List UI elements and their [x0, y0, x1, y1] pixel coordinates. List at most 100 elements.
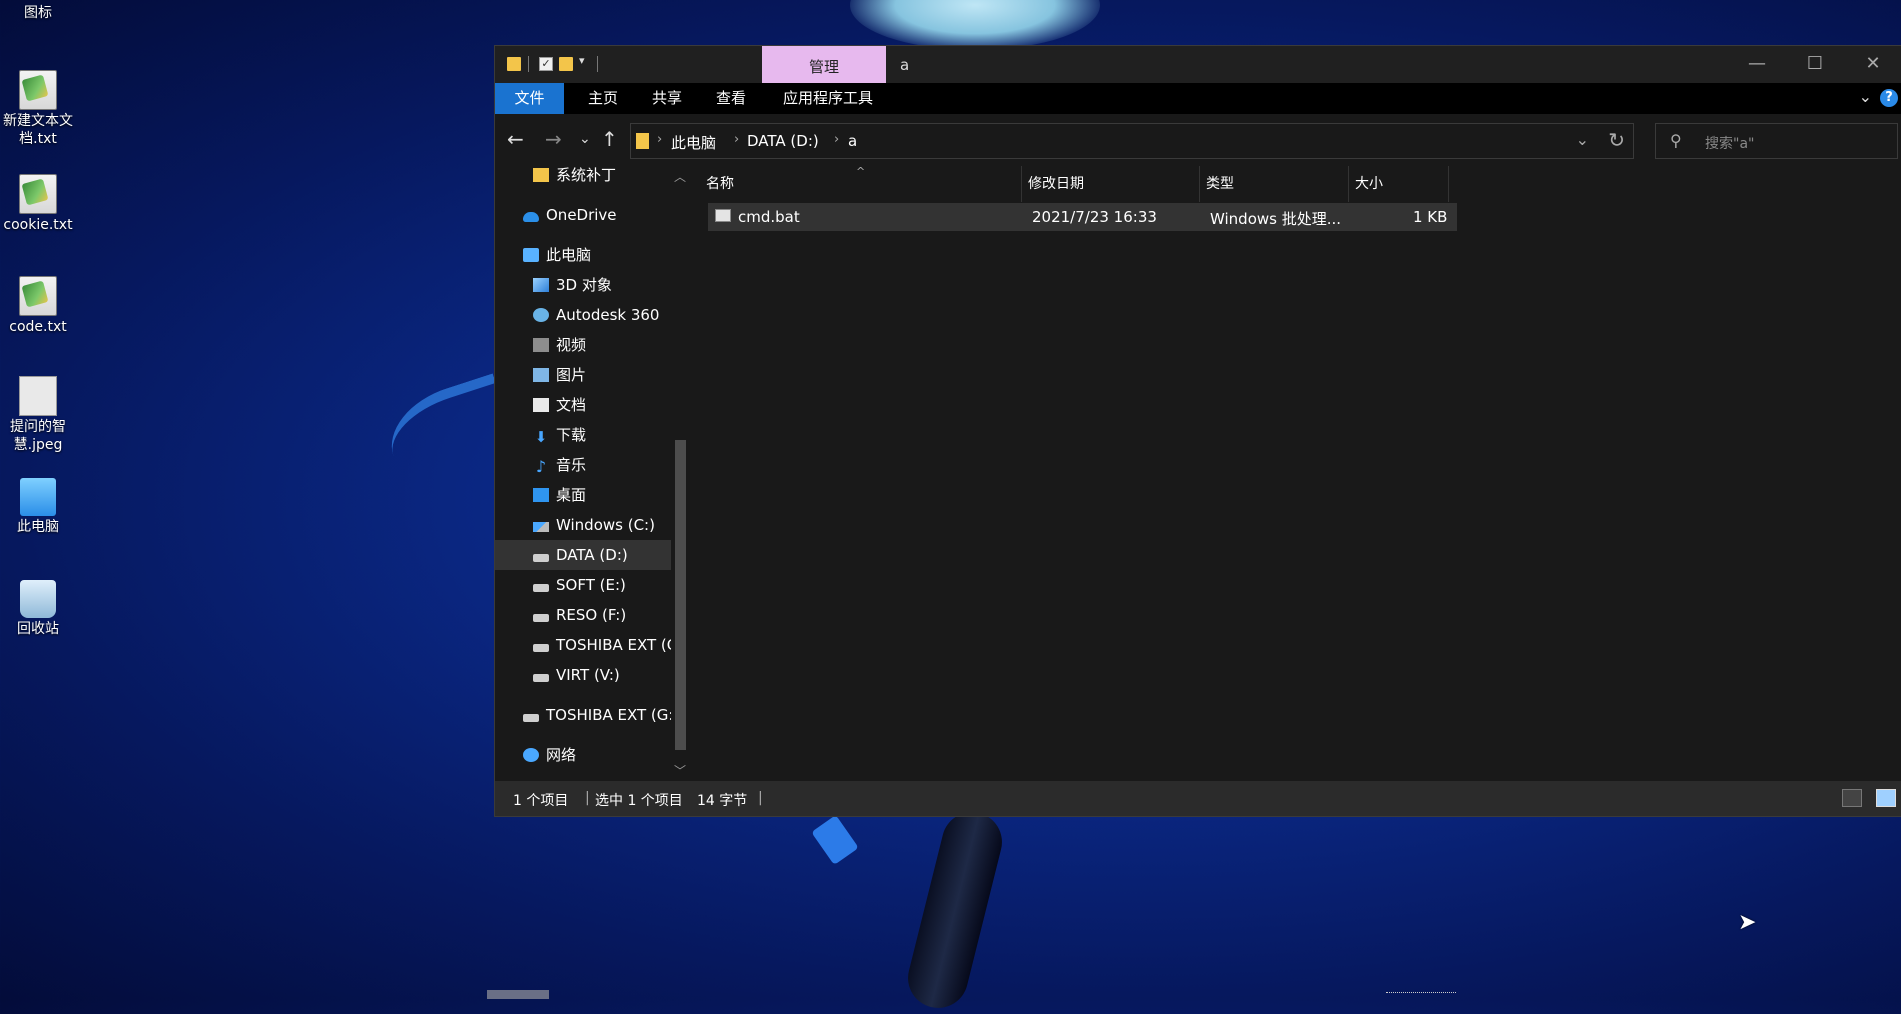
desktop-icon-jpeg[interactable]: 提问的智慧.jpeg [0, 376, 76, 454]
tree-item-virt-v[interactable]: VIRT (V:) [533, 660, 671, 690]
tree-item-system-patches[interactable]: 系统补丁 [533, 166, 671, 190]
large-icons-view-icon[interactable] [1876, 789, 1896, 807]
context-tab-manage[interactable]: 管理 [762, 46, 886, 83]
breadcrumb-separator[interactable]: › [657, 132, 662, 147]
up-button[interactable]: ↑ [601, 127, 618, 151]
tab-app-tools[interactable]: 应用程序工具 [766, 83, 890, 114]
desktop-icon-this-pc[interactable]: 此电脑 [0, 478, 76, 536]
tree-item-3d-objects[interactable]: 3D 对象 [533, 270, 671, 300]
desktop-icon-cookie-txt[interactable]: cookie.txt [0, 174, 76, 234]
sort-ascending-icon: ^ [856, 165, 866, 178]
drive-icon [533, 554, 549, 562]
chevron-down-icon[interactable]: ﹀ [674, 762, 686, 779]
forward-button[interactable]: → [545, 127, 562, 151]
search-input[interactable]: ⚲ 搜索"a" [1655, 123, 1898, 159]
qat-customize-icon[interactable]: ▾ [579, 54, 585, 67]
status-selected: 选中 1 个项目 [595, 793, 683, 809]
properties-icon[interactable]: ✓ [539, 57, 553, 71]
desktop-icon-code-txt[interactable]: code.txt [0, 276, 76, 336]
tab-share[interactable]: 共享 [638, 83, 696, 114]
wallpaper-character-leg [901, 805, 1009, 1014]
tree-item-toshiba-ext-g-root[interactable]: TOSHIBA EXT (G:) [523, 700, 671, 730]
tree-item-onedrive[interactable]: OneDrive [523, 200, 671, 230]
tree-item-label: TOSHIBA EXT (G:) [546, 706, 671, 724]
column-header-label: 修改日期 [1028, 176, 1084, 192]
notepad-file-icon [19, 276, 57, 316]
wallpaper-blade [811, 815, 859, 865]
breadcrumb-separator[interactable]: › [834, 132, 839, 147]
column-header-modified[interactable]: 修改日期 [1022, 166, 1200, 202]
desktop-icon-recycle-bin[interactable]: 回收站 [0, 580, 76, 638]
status-item-count: 1 个项目 [513, 793, 569, 809]
folder-icon [20, 0, 56, 2]
drive-icon [533, 674, 549, 682]
batch-file-icon [715, 209, 731, 222]
tree-item-toshiba-ext-g[interactable]: TOSHIBA EXT (G:) [533, 630, 671, 660]
tree-item-label: 下载 [556, 426, 587, 444]
new-folder-icon[interactable] [559, 57, 573, 71]
help-icon[interactable]: ? [1880, 89, 1898, 107]
desktop-icon-tubiao[interactable]: 图标 [0, 0, 76, 22]
scrollbar-thumb[interactable] [675, 440, 686, 750]
desktop-icon-new-text-doc[interactable]: 新建文本文档.txt [0, 70, 76, 148]
close-button[interactable]: ✕ [1844, 46, 1901, 83]
file-modified: 2021/7/23 16:33 [1032, 208, 1157, 226]
recent-locations-button[interactable]: ⌄ [579, 131, 591, 147]
breadcrumb-this-pc[interactable]: 此电脑 [671, 132, 716, 153]
network-icon [523, 748, 539, 762]
maximize-button[interactable]: ☐ [1786, 46, 1844, 83]
column-header-label: 类型 [1206, 176, 1234, 192]
tree-item-downloads[interactable]: ⬇ 下载 [533, 420, 671, 450]
search-placeholder: 搜索"a" [1705, 136, 1755, 152]
autodesk-icon [533, 308, 549, 322]
tree-item-network[interactable]: 网络 [523, 740, 671, 770]
tree-item-windows-c[interactable]: Windows (C:) [533, 510, 671, 540]
tree-item-label: 图片 [556, 366, 587, 384]
address-bar[interactable]: › 此电脑 › DATA (D:) › a ⌄ ↻ [630, 123, 1634, 159]
tree-item-soft-e[interactable]: SOFT (E:) [533, 570, 671, 600]
column-header-size[interactable]: 大小 [1349, 166, 1449, 202]
refresh-icon[interactable]: ↻ [1608, 128, 1625, 152]
tree-item-music[interactable]: ♪ 音乐 [533, 450, 671, 480]
tree-item-pictures[interactable]: 图片 [533, 360, 671, 390]
title-bar[interactable]: ✓ ▾ 管理 a — ☐ ✕ [495, 46, 1901, 83]
tree-item-desktop[interactable]: 桌面 [533, 480, 671, 510]
tree-item-data-d[interactable]: DATA (D:) [495, 540, 671, 570]
breadcrumb-a[interactable]: a [848, 132, 857, 150]
file-type: Windows 批处理... [1210, 210, 1342, 228]
status-separator: | [758, 790, 763, 806]
tree-item-reso-f[interactable]: RESO (F:) [533, 600, 671, 630]
tree-item-this-pc[interactable]: 此电脑 [523, 240, 671, 270]
tab-home[interactable]: 主页 [574, 83, 632, 114]
desktop-icon-label: 回收站 [17, 621, 59, 637]
tree-item-label: 系统补丁 [556, 166, 617, 184]
details-view-icon[interactable] [1842, 789, 1862, 807]
column-header-name[interactable]: 名称 ^ [700, 165, 1022, 202]
tree-item-label: SOFT (E:) [556, 576, 626, 594]
tree-item-label: TOSHIBA EXT (G:) [556, 636, 671, 654]
navigation-pane: 系统补丁 OneDrive 此电脑 3D 对象 Autodesk 360 视频 … [495, 166, 690, 780]
tab-file[interactable]: 文件 [495, 83, 564, 114]
status-size: 14 字节 [697, 793, 748, 809]
tree-item-label: 音乐 [556, 456, 587, 474]
tree-item-label: Autodesk 360 [556, 306, 660, 324]
ribbon-tabs: 文件 主页 共享 查看 应用程序工具 ⌄ ? [495, 83, 1901, 114]
table-row[interactable]: cmd.bat 2021/7/23 16:33 Windows 批处理... 1… [708, 203, 1457, 231]
tab-view[interactable]: 查看 [702, 83, 760, 114]
chevron-down-icon[interactable]: ⌄ [1576, 130, 1589, 149]
ribbon-expand-icon[interactable]: ⌄ [1859, 87, 1872, 106]
drive-icon [533, 614, 549, 622]
minimize-button[interactable]: — [1728, 46, 1786, 83]
nav-pane-scrollbar[interactable]: ︿ ﹀ [671, 166, 690, 780]
breadcrumb-data-d[interactable]: DATA (D:) [747, 132, 819, 150]
tree-item-documents[interactable]: 文档 [533, 390, 671, 420]
file-name: cmd.bat [738, 208, 800, 226]
column-header-type[interactable]: 类型 [1200, 166, 1349, 202]
chevron-up-icon[interactable]: ︿ [674, 168, 686, 185]
breadcrumb-separator[interactable]: › [734, 132, 739, 147]
tree-item-videos[interactable]: 视频 [533, 330, 671, 360]
taskbar-edge [487, 990, 549, 999]
tree-item-autodesk-360[interactable]: Autodesk 360 [533, 300, 671, 330]
folder-icon [533, 168, 549, 182]
back-button[interactable]: ← [507, 127, 524, 151]
